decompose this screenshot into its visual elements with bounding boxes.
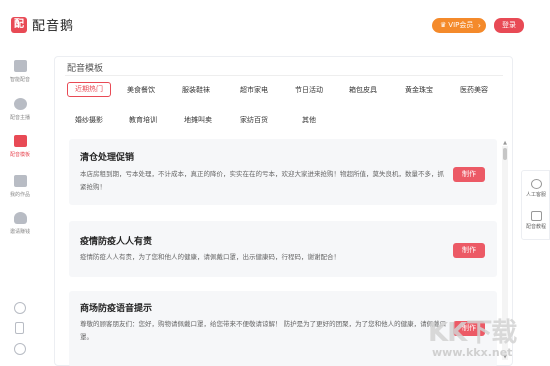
folder-icon bbox=[13, 175, 27, 187]
category-tab-wedding-photo[interactable]: 婚纱摄影 bbox=[75, 115, 103, 125]
divider bbox=[65, 75, 503, 76]
scroll-up-arrow-icon[interactable]: ▲ bbox=[502, 140, 508, 146]
category-tab-home-textile[interactable]: 家纺百货 bbox=[240, 115, 268, 125]
login-button[interactable]: 登录 bbox=[494, 18, 524, 33]
category-tab-food[interactable]: 美食餐饮 bbox=[127, 85, 155, 95]
watermark: KK下载 www.kkx.net bbox=[418, 312, 550, 366]
scrollbar-thumb[interactable] bbox=[503, 148, 507, 160]
sidebar-item-my-works[interactable]: 我的作品 bbox=[0, 175, 40, 198]
tutorial-button[interactable]: 配音教程 bbox=[522, 211, 550, 230]
sidebar-item-smart-dubbing[interactable]: 智能配音 bbox=[0, 60, 40, 83]
sidebar-item-label: 我的作品 bbox=[9, 192, 30, 198]
tutorial-label: 配音教程 bbox=[525, 224, 546, 230]
phone-icon[interactable] bbox=[15, 322, 24, 334]
card-description: 尊敬的顾客朋友们：您好，购物请佩戴口罩，给您带来不便敬请谅解！ 防护是为了更好的… bbox=[80, 320, 447, 341]
watermark-url: www.kkx.net bbox=[432, 346, 513, 359]
card-description: 本店房租到期，亏本处理，不计成本，真正的降价，实实在在的亏本，欢迎大家进来抢购！… bbox=[80, 170, 444, 191]
money-bag-icon bbox=[13, 212, 27, 224]
sidebar-item-label: 智能配音 bbox=[9, 77, 30, 83]
category-tab-recent-hot[interactable]: 近期热门 bbox=[67, 82, 111, 97]
sidebar-item-label: 配音主播 bbox=[9, 115, 30, 121]
sidebar-item-invite-earn[interactable]: 邀请赚钱 bbox=[0, 212, 40, 235]
card-title: 商场防疫语音提示 bbox=[80, 304, 153, 314]
template-icon bbox=[13, 135, 27, 147]
sidebar-item-label: 配音模板 bbox=[9, 152, 30, 158]
chevron-right-icon: › bbox=[477, 21, 481, 30]
app-title: 配音鹅 bbox=[32, 19, 75, 34]
category-tab-medicine-beauty[interactable]: 医药美容 bbox=[460, 85, 488, 95]
template-card[interactable]: 清仓处理促销 本店房租到期，亏本处理，不计成本，真正的降价，实实在在的亏本，欢迎… bbox=[69, 139, 497, 205]
sidebar-item-label: 邀请赚钱 bbox=[9, 229, 30, 235]
card-title: 清仓处理促销 bbox=[80, 153, 135, 163]
template-card[interactable]: 疫情防疫人人有责 疫情防疫人人有责，为了您和他人的健康，请佩戴口罩，出示健康码，… bbox=[69, 221, 497, 277]
card-title: 疫情防疫人人有责 bbox=[80, 237, 153, 247]
make-button[interactable]: 制作 bbox=[453, 167, 485, 182]
watermark-mark: KK下载 bbox=[428, 318, 517, 348]
title-bar: 配 配音鹅 ♛ VIP会员 › 登录 bbox=[0, 0, 550, 46]
category-tab-clothing[interactable]: 服装鞋袜 bbox=[182, 85, 210, 95]
category-tab-street-vendor[interactable]: 地摊叫卖 bbox=[184, 115, 212, 125]
card-description: 疫情防疫人人有责，为了您和他人的健康，请佩戴口罩，出示健康码，行程码，谢谢配合！ bbox=[80, 253, 340, 261]
customer-service-label: 人工客服 bbox=[525, 192, 546, 198]
customer-service-button[interactable]: 人工客服 bbox=[522, 179, 550, 198]
category-tab-supermarket[interactable]: 超市家电 bbox=[240, 85, 268, 95]
category-tab-education[interactable]: 教育培训 bbox=[129, 115, 157, 125]
tutorial-icon bbox=[530, 211, 542, 221]
category-tab-other[interactable]: 其他 bbox=[302, 115, 316, 125]
sidebar: 智能配音 配音主播 配音模板 我的作品 邀请赚钱 bbox=[0, 46, 40, 366]
make-button[interactable]: 制作 bbox=[453, 243, 485, 258]
speaker-icon bbox=[13, 60, 27, 72]
headset-icon bbox=[530, 179, 542, 189]
category-tab-bags[interactable]: 箱包皮具 bbox=[349, 85, 377, 95]
category-tab-jewelry[interactable]: 黄金珠宝 bbox=[405, 85, 433, 95]
right-float-panel: 人工客服 配音教程 bbox=[521, 170, 550, 240]
sidebar-item-dubbing-anchor[interactable]: 配音主播 bbox=[0, 98, 40, 121]
app-logo-icon: 配 bbox=[11, 17, 27, 33]
vip-button[interactable]: ♛ VIP会员 › bbox=[432, 18, 486, 33]
crown-icon: ♛ bbox=[440, 21, 447, 29]
help-icon[interactable] bbox=[14, 302, 26, 314]
category-tab-holiday[interactable]: 节日活动 bbox=[295, 85, 323, 95]
anchor-icon bbox=[13, 98, 27, 110]
vip-label: VIP会员 bbox=[448, 21, 474, 29]
gear-icon[interactable] bbox=[14, 343, 26, 355]
section-title: 配音模板 bbox=[67, 64, 104, 74]
sidebar-item-dubbing-template[interactable]: 配音模板 bbox=[0, 135, 40, 158]
